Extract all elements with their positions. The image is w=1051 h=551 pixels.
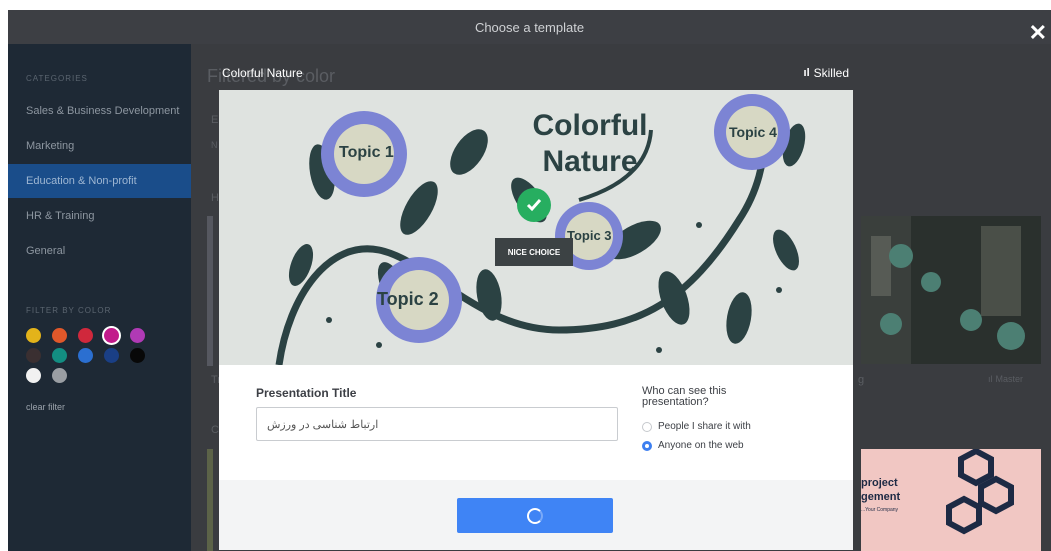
presentation-title-label: Presentation Title bbox=[256, 386, 357, 400]
close-icon[interactable]: ✕ bbox=[1029, 22, 1047, 44]
level-icon: ıl bbox=[988, 374, 993, 384]
template-thumbnail[interactable] bbox=[207, 449, 213, 551]
nice-choice-badge: NICE CHOICE bbox=[495, 238, 573, 266]
visibility-label: Who can see this presentation? bbox=[642, 386, 726, 408]
color-swatch[interactable] bbox=[104, 328, 119, 343]
loading-spinner-icon bbox=[527, 507, 543, 524]
section-initial: g bbox=[858, 374, 865, 386]
check-icon bbox=[517, 188, 551, 222]
preview-heading-line-2: Nature bbox=[542, 145, 638, 178]
topic-3: Topic 3 bbox=[567, 228, 612, 243]
visibility-label-line-2: presentation? bbox=[642, 396, 709, 408]
level-text: Master bbox=[995, 374, 1024, 384]
modal-header: Colorful Nature ıl Skilled bbox=[219, 62, 853, 90]
category-hr-training[interactable]: HR & Training bbox=[8, 199, 191, 233]
dialog-title: Choose a template bbox=[474, 19, 585, 35]
color-swatch[interactable] bbox=[78, 348, 93, 363]
categories-title: CATEGORIES bbox=[26, 74, 88, 83]
topic-2: Topic 2 bbox=[377, 289, 439, 309]
radio-icon[interactable] bbox=[642, 421, 652, 432]
level-label: ıl Master bbox=[988, 374, 1023, 384]
category-general[interactable]: General bbox=[8, 234, 191, 268]
template-preview: Topic 1 Topic 2 Topic 3 Topic 4 Colorful… bbox=[219, 90, 853, 365]
level-icon: ıl bbox=[803, 67, 810, 79]
option-label: People I share it with bbox=[658, 421, 751, 432]
create-button[interactable] bbox=[457, 498, 613, 533]
section-initial: E bbox=[211, 114, 219, 126]
color-swatch[interactable] bbox=[52, 368, 67, 383]
filter-by-color-title: FILTER BY COLOR bbox=[26, 306, 112, 315]
sidebar: CATEGORIES Sales & Business Development … bbox=[8, 44, 191, 551]
color-swatch[interactable] bbox=[52, 328, 67, 343]
template-name: Colorful Nature bbox=[222, 66, 303, 80]
template-thumbnail[interactable] bbox=[861, 216, 1041, 364]
section-initial: H bbox=[211, 192, 219, 204]
preview-heading-line-1: Colorful bbox=[532, 109, 648, 142]
template-modal: Colorful Nature ıl Skilled Topic 1 Topic… bbox=[219, 62, 853, 550]
preview-heading: Colorful Nature bbox=[515, 108, 665, 180]
category-sales[interactable]: Sales & Business Development bbox=[8, 94, 191, 128]
level-badge: ıl Skilled bbox=[804, 66, 849, 80]
radio-selected-icon[interactable] bbox=[642, 440, 652, 451]
thumb-title-1: project bbox=[861, 477, 898, 489]
color-swatch[interactable] bbox=[104, 348, 119, 363]
color-swatch[interactable] bbox=[26, 328, 41, 343]
topic-1: Topic 1 bbox=[339, 144, 394, 161]
presentation-title-value: ارتباط شناسی در ورزش bbox=[267, 418, 379, 431]
template-thumbnail[interactable] bbox=[207, 216, 213, 366]
section-initial: N bbox=[211, 140, 218, 150]
visibility-option-anyone[interactable]: Anyone on the web bbox=[642, 440, 744, 451]
visibility-option-people[interactable]: People I share it with bbox=[642, 421, 751, 432]
option-label: Anyone on the web bbox=[658, 440, 744, 451]
color-swatch[interactable] bbox=[26, 348, 41, 363]
color-swatch[interactable] bbox=[78, 328, 93, 343]
color-swatch[interactable] bbox=[130, 348, 145, 363]
presentation-form: Presentation Title ارتباط شناسی در ورزش … bbox=[219, 365, 853, 480]
color-swatch[interactable] bbox=[130, 328, 145, 343]
modal-footer bbox=[219, 480, 853, 550]
category-marketing[interactable]: Marketing bbox=[8, 129, 191, 163]
template-thumbnail[interactable]: project gement ...Your Company bbox=[861, 449, 1041, 551]
presentation-title-input[interactable]: ارتباط شناسی در ورزش bbox=[256, 407, 618, 441]
category-education[interactable]: Education & Non-profit bbox=[8, 164, 191, 198]
clear-filter-link[interactable]: clear filter bbox=[26, 402, 65, 412]
level-text: Skilled bbox=[813, 66, 849, 80]
top-bar: Choose a template bbox=[8, 10, 1051, 44]
section-initial: C bbox=[211, 424, 219, 436]
color-swatch[interactable] bbox=[52, 348, 67, 363]
color-swatch[interactable] bbox=[26, 368, 41, 383]
topic-4: Topic 4 bbox=[729, 124, 777, 140]
thumb-title-2: gement bbox=[861, 491, 901, 503]
thumb-subtitle: ...Your Company bbox=[861, 507, 899, 513]
